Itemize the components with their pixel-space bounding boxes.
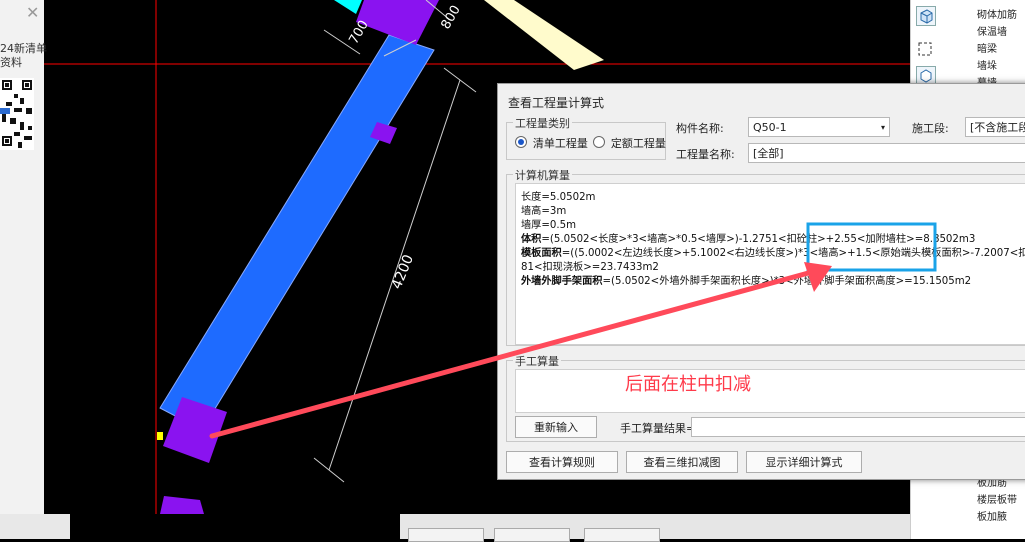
radio-quota[interactable]: 定额工程量 <box>593 135 666 151</box>
computer-calc-group: 计算机算量 长度=5.0502m 墙高=3m 墙厚=0.5m 体积=(5.050… <box>506 167 1025 346</box>
view-rules-button[interactable]: 查看计算规则 <box>506 451 618 473</box>
calc-line-formwork-cont: 81<扣现浇板>=23.7433m2 <box>521 262 659 273</box>
dim-text-800: 800 <box>438 3 463 32</box>
component-name-label: 构件名称: <box>676 122 724 135</box>
show-detail-formula-button[interactable]: 显示详细计算式 <box>746 451 862 473</box>
cube-icon[interactable] <box>916 6 936 26</box>
annotation-text: 后面在柱中扣减 <box>625 374 751 395</box>
computer-calc-group-title: 计算机算量 <box>513 167 572 183</box>
ghost-button <box>584 528 660 542</box>
left-bottom-area <box>0 514 70 539</box>
column-purple-lower <box>160 496 204 514</box>
ad-text-2: 资料 <box>0 56 22 69</box>
dialog-title: 查看工程量计算式 <box>508 96 605 110</box>
qty-type-group-title: 工程量类别 <box>513 115 572 131</box>
calc-line-thickness: 墙厚=0.5m <box>521 220 577 231</box>
radio-checked-icon <box>515 136 527 148</box>
tree-item[interactable]: 砌体加筋 <box>977 6 1017 21</box>
close-icon[interactable]: ✕ <box>26 5 40 21</box>
dim-text-4200: 4200 <box>389 252 417 291</box>
radio-unchecked-icon <box>593 136 605 148</box>
ghost-button <box>494 528 570 542</box>
qty-name-select[interactable]: [全部] <box>748 143 1025 163</box>
component-name-select[interactable]: Q50-1 ▾ <box>748 117 890 137</box>
reenter-button[interactable]: 重新输入 <box>515 416 597 438</box>
qty-type-group: 工程量类别 清单工程量 定额工程量 <box>506 115 666 160</box>
dropdown-arrow-icon: ▾ <box>880 123 885 132</box>
manual-calc-group-title: 手工算量 <box>513 353 561 369</box>
manual-calc-input[interactable] <box>515 369 1025 413</box>
tree-item[interactable]: 暗梁 <box>977 40 997 55</box>
ghost-button <box>408 528 484 542</box>
yellow-marker <box>157 432 163 440</box>
manual-result-label: 手工算量结果= <box>620 422 696 435</box>
construction-section-label: 施工段: <box>912 122 949 135</box>
calc-line-scaffold: 外墙外脚手架面积=(5.0502<外墙外脚手架面积长度>)*3<外墙外脚手架面积… <box>521 276 972 287</box>
tree-item[interactable]: 板加腋 <box>977 508 1007 523</box>
qr-code-icon <box>0 78 34 150</box>
radio-bill[interactable]: 清单工程量 <box>515 135 588 151</box>
qty-name-label: 工程量名称: <box>676 148 735 161</box>
view-3d-deduction-button[interactable]: 查看三维扣减图 <box>626 451 738 473</box>
calc-line-formwork: 模板面积=((5.0002<左边线长度>+5.1002<右边线长度>)*3<墙高… <box>521 248 1025 259</box>
calc-formula-dialog: 查看工程量计算式 工程量类别 清单工程量 定额工程量 构件名称: Q50-1 ▾… <box>497 83 1025 480</box>
beam-element <box>484 0 604 70</box>
tree-item[interactable]: 墙垛 <box>977 57 997 72</box>
calc-line-length: 长度=5.0502m <box>521 192 596 203</box>
calc-line-volume: 体积=(5.0502<长度>*3<墙高>*0.5<墙厚>)-1.2751<扣砼柱… <box>521 234 976 245</box>
wall-blue <box>159 34 435 431</box>
calc-text-area[interactable]: 长度=5.0502m 墙高=3m 墙厚=0.5m 体积=(5.0502<长度>*… <box>515 183 1025 345</box>
calc-line-height: 墙高=3m <box>521 206 567 217</box>
tree-item[interactable]: 保温墙 <box>977 23 1007 38</box>
manual-result-field[interactable] <box>691 417 1025 437</box>
left-ad-panel: ✕ 24新清单 资料 <box>0 0 47 539</box>
select-box-icon[interactable] <box>916 40 934 58</box>
tree-item[interactable]: 楼层板带 <box>977 491 1017 506</box>
manual-calc-group: 手工算量 重新输入 手工算量结果= <box>506 353 1025 442</box>
cyan-element <box>334 0 362 14</box>
construction-section-select[interactable]: [不含施工段] <box>965 117 1025 137</box>
